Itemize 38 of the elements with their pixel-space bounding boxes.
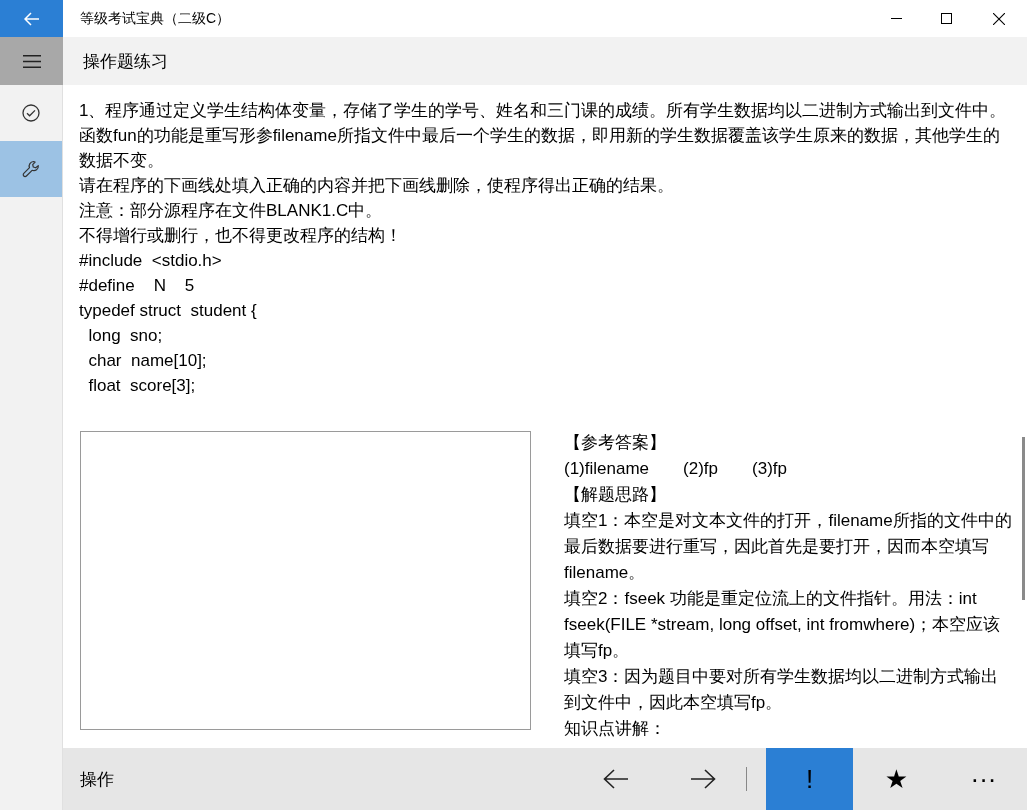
question-text: float score[3]; (87, 375, 197, 397)
window-title: 等级考试宝典（二级C） (79, 9, 232, 28)
question-text: 请在程序的下画线处填入正确的内容并把下画线删除，使程序得出正确的结果。 (79, 175, 675, 197)
menu-icon (22, 54, 41, 68)
analysis-text: 填空3：因为题目中要对所有学生数据均以二进制方式输出到文件中，因此本空填写fp。 (564, 666, 1000, 714)
question-text: 不得增行或删行，也不得更改程序的结构！ (79, 225, 403, 247)
close-icon (993, 12, 1005, 25)
answer-heading: 【参考答案】 (564, 432, 667, 454)
question-text: 注意：部分源程序在文件BLANK1.C中。 (79, 200, 384, 222)
scrollbar[interactable] (1022, 437, 1025, 600)
question-text: char name[10]; (87, 350, 208, 372)
bar-label: 操作 (79, 768, 115, 791)
analysis-heading: 【解题思路】 (564, 484, 667, 506)
analysis-text: 知识点讲解： (564, 718, 667, 740)
question-text: 1、程序通过定义学生结构体变量，存储了学生的学号、姓名和三门课的成绩。所有学生数据均以二进制方式输出到文件中。函数fun的功能是重写形参filename所指文件中最后一个学生的数据，即用新的学生数据覆盖该学生原来的数据，其他学生的数据不变。 (79, 100, 1008, 172)
question-text: typedef struct student { (79, 300, 258, 322)
minimize-icon (890, 18, 902, 19)
answer-text: (3)fp (752, 458, 787, 480)
sidebar-item[interactable] (0, 141, 62, 197)
left-arrow-icon (602, 769, 629, 789)
app-bar-button[interactable]: ··· (940, 748, 1027, 810)
answer-text: (1)filename (564, 458, 650, 480)
menu-button[interactable] (0, 37, 63, 85)
wrench-icon (22, 160, 40, 178)
question-text: long sno; (87, 325, 164, 347)
back-button[interactable] (0, 0, 63, 37)
analysis-text: 填空2：fseek 功能是重定位流上的文件指针。用法：int fseek(FILE *stream, long offset, int fromwhere)；本空应该填写fp。 (564, 588, 1002, 662)
check-circle-icon (22, 104, 40, 122)
page-title: 操作题练习 (82, 50, 168, 73)
app-bar-button[interactable]: ! (766, 748, 853, 810)
analysis-text: 填空1：本空是对文本文件的打开，filename所指的文件中的最后数据要进行重写，因此首先是要打开，因而本空填写filename。 (564, 510, 1012, 584)
question-text: #include <stdio.h> (79, 250, 223, 272)
back-arrow-icon (23, 11, 40, 26)
app-bar-button[interactable]: ★ (853, 748, 940, 810)
question-text: #define N 5 (79, 275, 196, 297)
maximize-icon (940, 13, 952, 24)
right-arrow-icon (689, 769, 716, 789)
answer-text: (2)fp (683, 458, 718, 480)
